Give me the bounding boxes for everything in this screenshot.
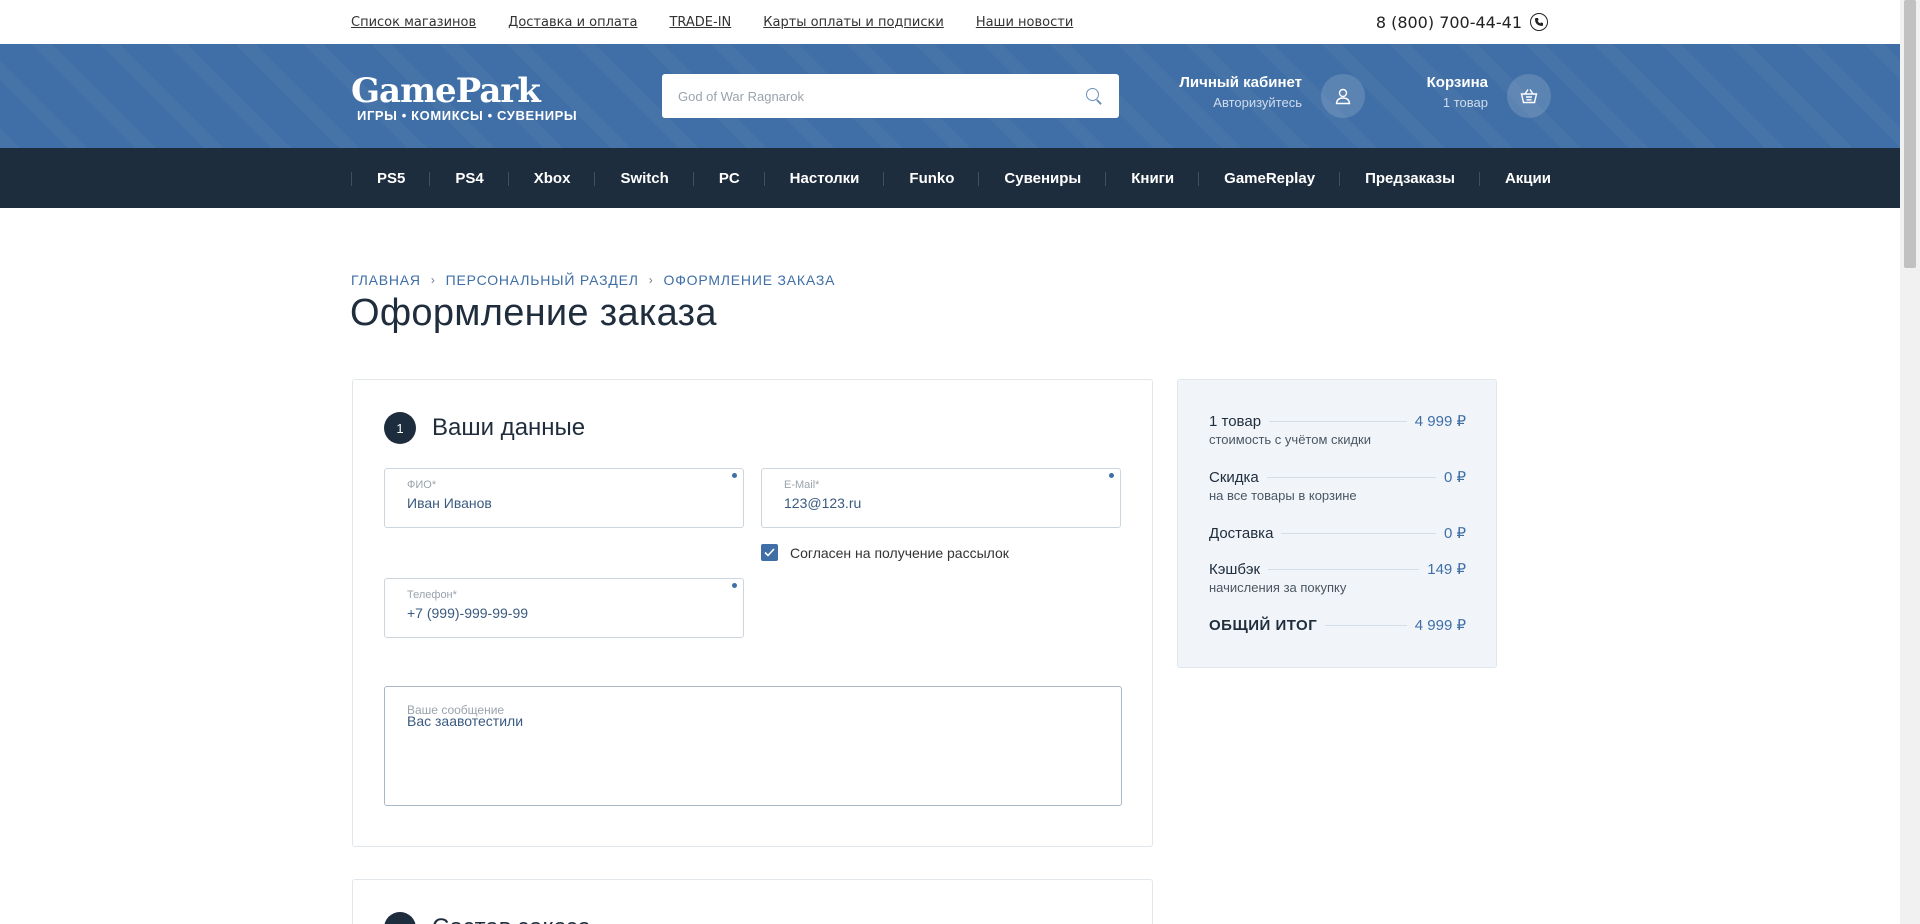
- user-icon: [1335, 88, 1351, 105]
- chevron-right-icon: ›: [430, 273, 436, 287]
- step-header: 1 Ваши данные: [384, 412, 585, 444]
- logo-tagline: ИГРЫ • КОМИКСЫ • СУВЕНИРЫ: [357, 108, 578, 123]
- summary-total-name: ОБЩИЙ ИТОГ: [1209, 617, 1318, 634]
- summary-row-cashback: Кэшбэк 149 ₽ начисления за покупку: [1209, 560, 1466, 616]
- nav-item-xbox[interactable]: Xbox: [507, 148, 570, 208]
- nav-item-ps5[interactable]: PS5: [351, 148, 405, 208]
- basket-icon: [1520, 89, 1538, 104]
- dotted-divider: [1269, 421, 1407, 422]
- your-data-card: 1 Ваши данные ФИО* E-Mail* Согласен на п…: [352, 379, 1153, 847]
- nav-item-board-games[interactable]: Настолки: [763, 148, 859, 208]
- nav-item-switch[interactable]: Switch: [594, 148, 669, 208]
- phone-contact[interactable]: 8 (800) 700-44-41: [1376, 0, 1548, 44]
- required-dot: [732, 583, 737, 588]
- step-header: 2 Состав заказа: [384, 912, 591, 924]
- page-scrollbar[interactable]: [1900, 0, 1920, 924]
- fio-label: ФИО*: [407, 479, 437, 491]
- nav-item-souvenirs[interactable]: Сувениры: [978, 148, 1081, 208]
- phone-icon: [1530, 13, 1548, 31]
- nav-item-funko[interactable]: Funko: [883, 148, 954, 208]
- chevron-right-icon: ›: [648, 273, 654, 287]
- link-payment-cards[interactable]: Карты оплаты и подписки: [763, 15, 944, 30]
- page-title: Оформление заказа: [350, 292, 717, 334]
- summary-total-value: 4 999 ₽: [1414, 617, 1466, 634]
- summary-discount-sub: на все товары в корзине: [1209, 488, 1357, 503]
- category-nav: PS5 PS4 Xbox Switch PC Настолки Funko Су…: [0, 148, 1900, 208]
- nav-item-pc[interactable]: PC: [692, 148, 740, 208]
- breadcrumb-current: ОФОРМЛЕНИЕ ЗАКАЗА: [663, 272, 836, 288]
- subscribe-checkbox-row[interactable]: Согласен на получение рассылок: [761, 544, 1009, 561]
- nav-item-promotions[interactable]: Акции: [1478, 148, 1551, 208]
- gamepark-logo[interactable]: GamePark ИГРЫ • КОМИКСЫ • СУВЕНИРЫ: [351, 74, 577, 123]
- breadcrumb: ГЛАВНАЯ › ПЕРСОНАЛЬНЫЙ РАЗДЕЛ › ОФОРМЛЕН…: [351, 272, 835, 288]
- message-field[interactable]: Ваше сообщение Вас заавотестили: [384, 686, 1122, 806]
- step-number: 1: [384, 412, 416, 444]
- order-contents-card: 2 Состав заказа: [352, 879, 1153, 924]
- cart-link[interactable]: Корзина 1 товар: [1400, 74, 1488, 110]
- top-utility-bar: Список магазинов Доставка и оплата TRADE…: [0, 0, 1900, 44]
- link-trade-in[interactable]: TRADE-IN: [669, 15, 731, 30]
- summary-row-items: 1 товар 4 999 ₽ стоимость с учётом скидк…: [1209, 412, 1466, 468]
- account-subtitle[interactable]: Авторизуйтесь: [1160, 95, 1302, 110]
- cart-title[interactable]: Корзина: [1400, 74, 1488, 91]
- scrollbar-thumb[interactable]: [1904, 0, 1916, 268]
- message-textarea[interactable]: Вас заавотестили: [407, 713, 1087, 793]
- phone-number[interactable]: 8 (800) 700-44-41: [1376, 13, 1522, 32]
- email-field[interactable]: E-Mail*: [761, 468, 1121, 528]
- step-number: 2: [384, 912, 416, 924]
- phone-field[interactable]: Телефон*: [384, 578, 744, 638]
- account-button[interactable]: [1321, 74, 1365, 118]
- fio-input[interactable]: [407, 495, 727, 511]
- nav-item-gamereplay[interactable]: GameReplay: [1198, 148, 1315, 208]
- fio-field[interactable]: ФИО*: [384, 468, 744, 528]
- link-news[interactable]: Наши новости: [976, 15, 1073, 30]
- order-summary: 1 товар 4 999 ₽ стоимость с учётом скидк…: [1177, 379, 1497, 668]
- search-icon[interactable]: [1085, 87, 1103, 105]
- summary-cashback-name: Кэшбэк: [1209, 561, 1261, 578]
- nav-item-ps4[interactable]: PS4: [429, 148, 484, 208]
- step-title: Ваши данные: [432, 414, 586, 441]
- link-store-list[interactable]: Список магазинов: [351, 15, 476, 30]
- summary-discount-value: 0 ₽: [1443, 469, 1466, 486]
- site-header: GamePark ИГРЫ • КОМИКСЫ • СУВЕНИРЫ Личны…: [0, 44, 1900, 148]
- account-link[interactable]: Личный кабинет Авторизуйтесь: [1160, 74, 1302, 110]
- summary-row-discount: Скидка 0 ₽ на все товары в корзине: [1209, 468, 1466, 524]
- dotted-divider: [1281, 533, 1436, 534]
- summary-delivery-name: Доставка: [1209, 525, 1274, 542]
- required-dot: [1109, 473, 1114, 478]
- cart-count[interactable]: 1 товар: [1400, 95, 1488, 110]
- summary-items-name: 1 товар: [1209, 413, 1262, 430]
- email-input[interactable]: [784, 495, 1104, 511]
- breadcrumb-home[interactable]: ГЛАВНАЯ: [351, 272, 421, 288]
- summary-cashback-value: 149 ₽: [1427, 561, 1466, 578]
- logo-name: GamePark: [351, 71, 541, 111]
- summary-row-delivery: Доставка 0 ₽: [1209, 524, 1466, 560]
- check-icon: [764, 548, 775, 557]
- subscribe-label[interactable]: Согласен на получение рассылок: [790, 545, 1009, 561]
- top-links: Список магазинов Доставка и оплата TRADE…: [351, 0, 1073, 44]
- subscribe-checkbox[interactable]: [761, 544, 778, 561]
- phone-label: Телефон*: [407, 589, 457, 601]
- summary-items-value: 4 999 ₽: [1414, 413, 1466, 430]
- summary-delivery-value: 0 ₽: [1443, 525, 1466, 542]
- dotted-divider: [1325, 625, 1407, 626]
- email-label: E-Mail*: [784, 479, 820, 491]
- step-title: Состав заказа: [432, 914, 591, 924]
- nav-item-preorders[interactable]: Предзаказы: [1339, 148, 1455, 208]
- search-input[interactable]: [678, 88, 1085, 104]
- required-dot: [732, 473, 737, 478]
- breadcrumb-personal[interactable]: ПЕРСОНАЛЬНЫЙ РАЗДЕЛ: [446, 272, 639, 288]
- account-title[interactable]: Личный кабинет: [1160, 74, 1302, 91]
- phone-input[interactable]: [407, 605, 727, 621]
- search-box: [662, 74, 1119, 118]
- summary-row-total: ОБЩИЙ ИТОГ 4 999 ₽: [1209, 616, 1466, 646]
- summary-cashback-sub: начисления за покупку: [1209, 580, 1347, 595]
- dotted-divider: [1266, 477, 1436, 478]
- summary-discount-name: Скидка: [1209, 469, 1259, 486]
- dotted-divider: [1268, 569, 1420, 570]
- nav-item-books[interactable]: Книги: [1105, 148, 1174, 208]
- cart-button[interactable]: [1507, 74, 1551, 118]
- summary-items-sub: стоимость с учётом скидки: [1209, 432, 1371, 447]
- link-delivery-payment[interactable]: Доставка и оплата: [508, 15, 637, 30]
